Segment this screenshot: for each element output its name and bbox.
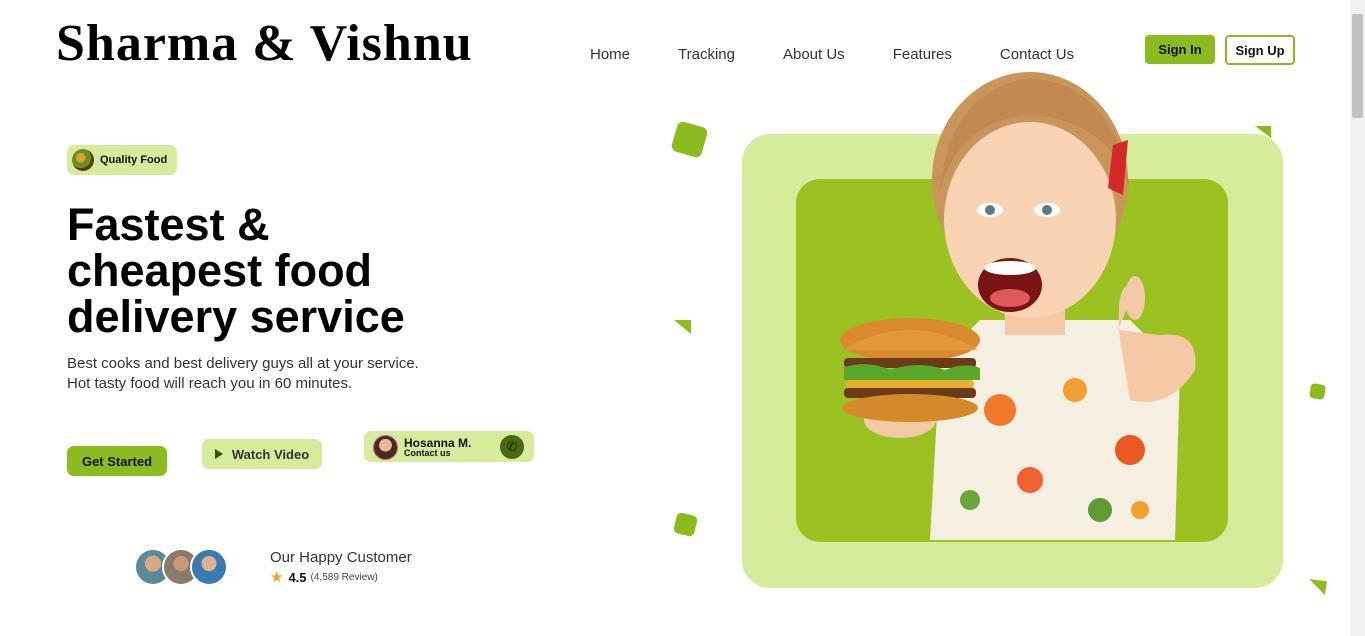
nav-contact-us[interactable]: Contact Us — [1000, 46, 1074, 63]
star-icon: ★ — [270, 569, 284, 586]
deco-square — [672, 511, 699, 538]
badge-label: Quality Food — [100, 154, 168, 166]
scrollbar-thumb[interactable] — [1352, 14, 1363, 118]
contact-avatar — [373, 435, 398, 460]
customer-avatar — [190, 548, 228, 586]
headline-line: Fastest & — [67, 199, 270, 250]
watch-video-button[interactable]: Watch Video — [202, 439, 322, 469]
customer-avatars — [134, 548, 229, 586]
food-bowl-icon — [72, 149, 94, 171]
deco-triangle — [674, 320, 691, 334]
deco-triangle — [1307, 578, 1327, 596]
main-nav: Home Tracking About Us Features Contact … — [590, 46, 1122, 63]
phone-icon[interactable]: ✆ — [500, 435, 524, 459]
review-count: (4,589 Review) — [310, 571, 378, 583]
deco-square — [670, 120, 709, 159]
headline-line: delivery service — [67, 291, 405, 342]
play-icon — [214, 449, 223, 459]
subtitle-line: Best cooks and best delivery guys all at… — [67, 355, 419, 372]
brand-logo[interactable]: Sharma & Vishnu — [56, 14, 473, 73]
deco-square — [1308, 382, 1327, 401]
hero-subtitle: Best cooks and best delivery guys all at… — [67, 354, 487, 394]
nav-home[interactable]: Home — [590, 46, 630, 63]
rating: ★ 4.5 (4,589 Review) — [270, 568, 378, 586]
happy-customer-title: Our Happy Customer — [270, 549, 412, 566]
hero-headline: Fastest & cheapest food delivery service — [67, 202, 487, 340]
rating-score: 4.5 — [288, 569, 307, 585]
watch-video-label: Watch Video — [231, 446, 310, 462]
nav-about-us[interactable]: About Us — [783, 46, 845, 63]
nav-features[interactable]: Features — [893, 46, 952, 63]
sign-up-button[interactable]: Sign Up — [1225, 35, 1295, 65]
contact-role: Contact us — [404, 448, 451, 458]
headline-line: cheapest food — [67, 245, 373, 296]
subtitle-line: Hot tasty food will reach you in 60 minu… — [67, 375, 353, 392]
hero-child-image — [840, 72, 1196, 540]
get-started-button[interactable]: Get Started — [67, 446, 167, 476]
page-scrollbar[interactable] — [1350, 0, 1365, 636]
sign-in-button[interactable]: Sign In — [1145, 35, 1215, 64]
quality-badge: Quality Food — [67, 145, 177, 175]
nav-tracking[interactable]: Tracking — [678, 46, 735, 63]
contact-card[interactable]: Hosanna M. Contact us ✆ — [364, 431, 534, 462]
